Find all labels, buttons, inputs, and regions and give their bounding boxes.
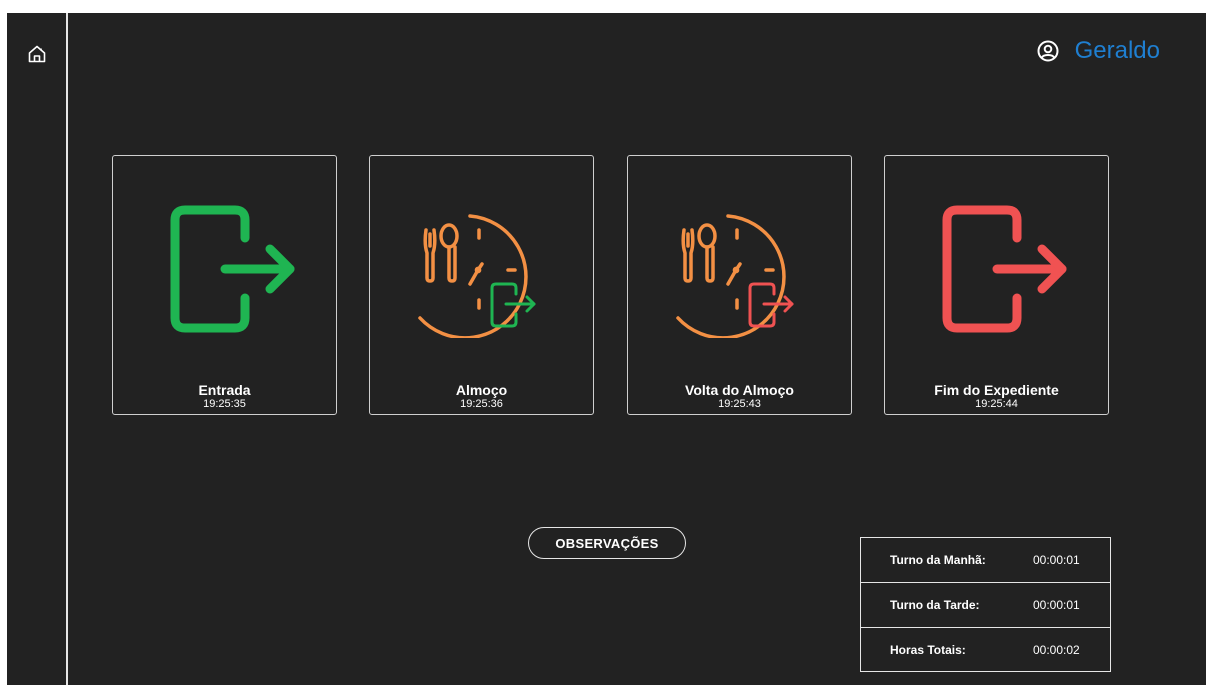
card-label: Entrada <box>198 382 251 398</box>
observations-button[interactable]: OBSERVAÇÕES <box>528 527 686 559</box>
card-label: Volta do Almoço <box>685 382 794 398</box>
row-value: 00:00:01 <box>1033 598 1080 612</box>
hours-summary-table: Turno da Manhã: 00:00:01 Turno da Tarde:… <box>860 537 1111 672</box>
card-label: Almoço <box>455 382 508 398</box>
home-icon <box>28 45 46 63</box>
card-volta-almoco[interactable]: Volta do Almoço 19:25:43 <box>627 155 852 415</box>
home-button[interactable] <box>27 44 47 64</box>
exit-arrow-icon <box>942 205 1066 333</box>
card-time: 19:25:35 <box>203 398 246 410</box>
user-circle-icon <box>1037 40 1059 62</box>
card-label: Fim do Expediente <box>934 382 1059 398</box>
row-value: 00:00:01 <box>1033 553 1080 567</box>
card-time: 19:25:44 <box>975 398 1018 410</box>
card-entrada[interactable]: Entrada 19:25:35 <box>112 155 337 415</box>
card-time: 19:25:43 <box>718 398 761 410</box>
row-value: 00:00:02 <box>1033 643 1080 657</box>
row-label: Turno da Tarde: <box>890 598 980 612</box>
row-label: Horas Totais: <box>890 643 966 657</box>
table-row: Turno da Tarde: 00:00:01 <box>861 583 1110 628</box>
card-time: 19:25:36 <box>460 398 503 410</box>
app-window: Geraldo Entrada 19:25:35 Almoço 19:25:36… <box>7 13 1206 685</box>
table-row: Turno da Manhã: 00:00:01 <box>861 538 1110 583</box>
card-fim-expediente[interactable]: Fim do Expediente 19:25:44 <box>884 155 1109 415</box>
user-name: Geraldo <box>1074 37 1160 64</box>
row-label: Turno da Manhã: <box>890 553 986 567</box>
table-row: Horas Totais: 00:00:02 <box>861 628 1110 672</box>
lunch-return-clock-icon <box>675 214 793 338</box>
sidebar <box>7 13 68 685</box>
exit-arrow-icon <box>170 205 294 333</box>
user-menu[interactable]: Geraldo <box>1037 36 1160 66</box>
card-almoco[interactable]: Almoço 19:25:36 <box>369 155 594 415</box>
lunch-clock-icon <box>417 214 535 338</box>
